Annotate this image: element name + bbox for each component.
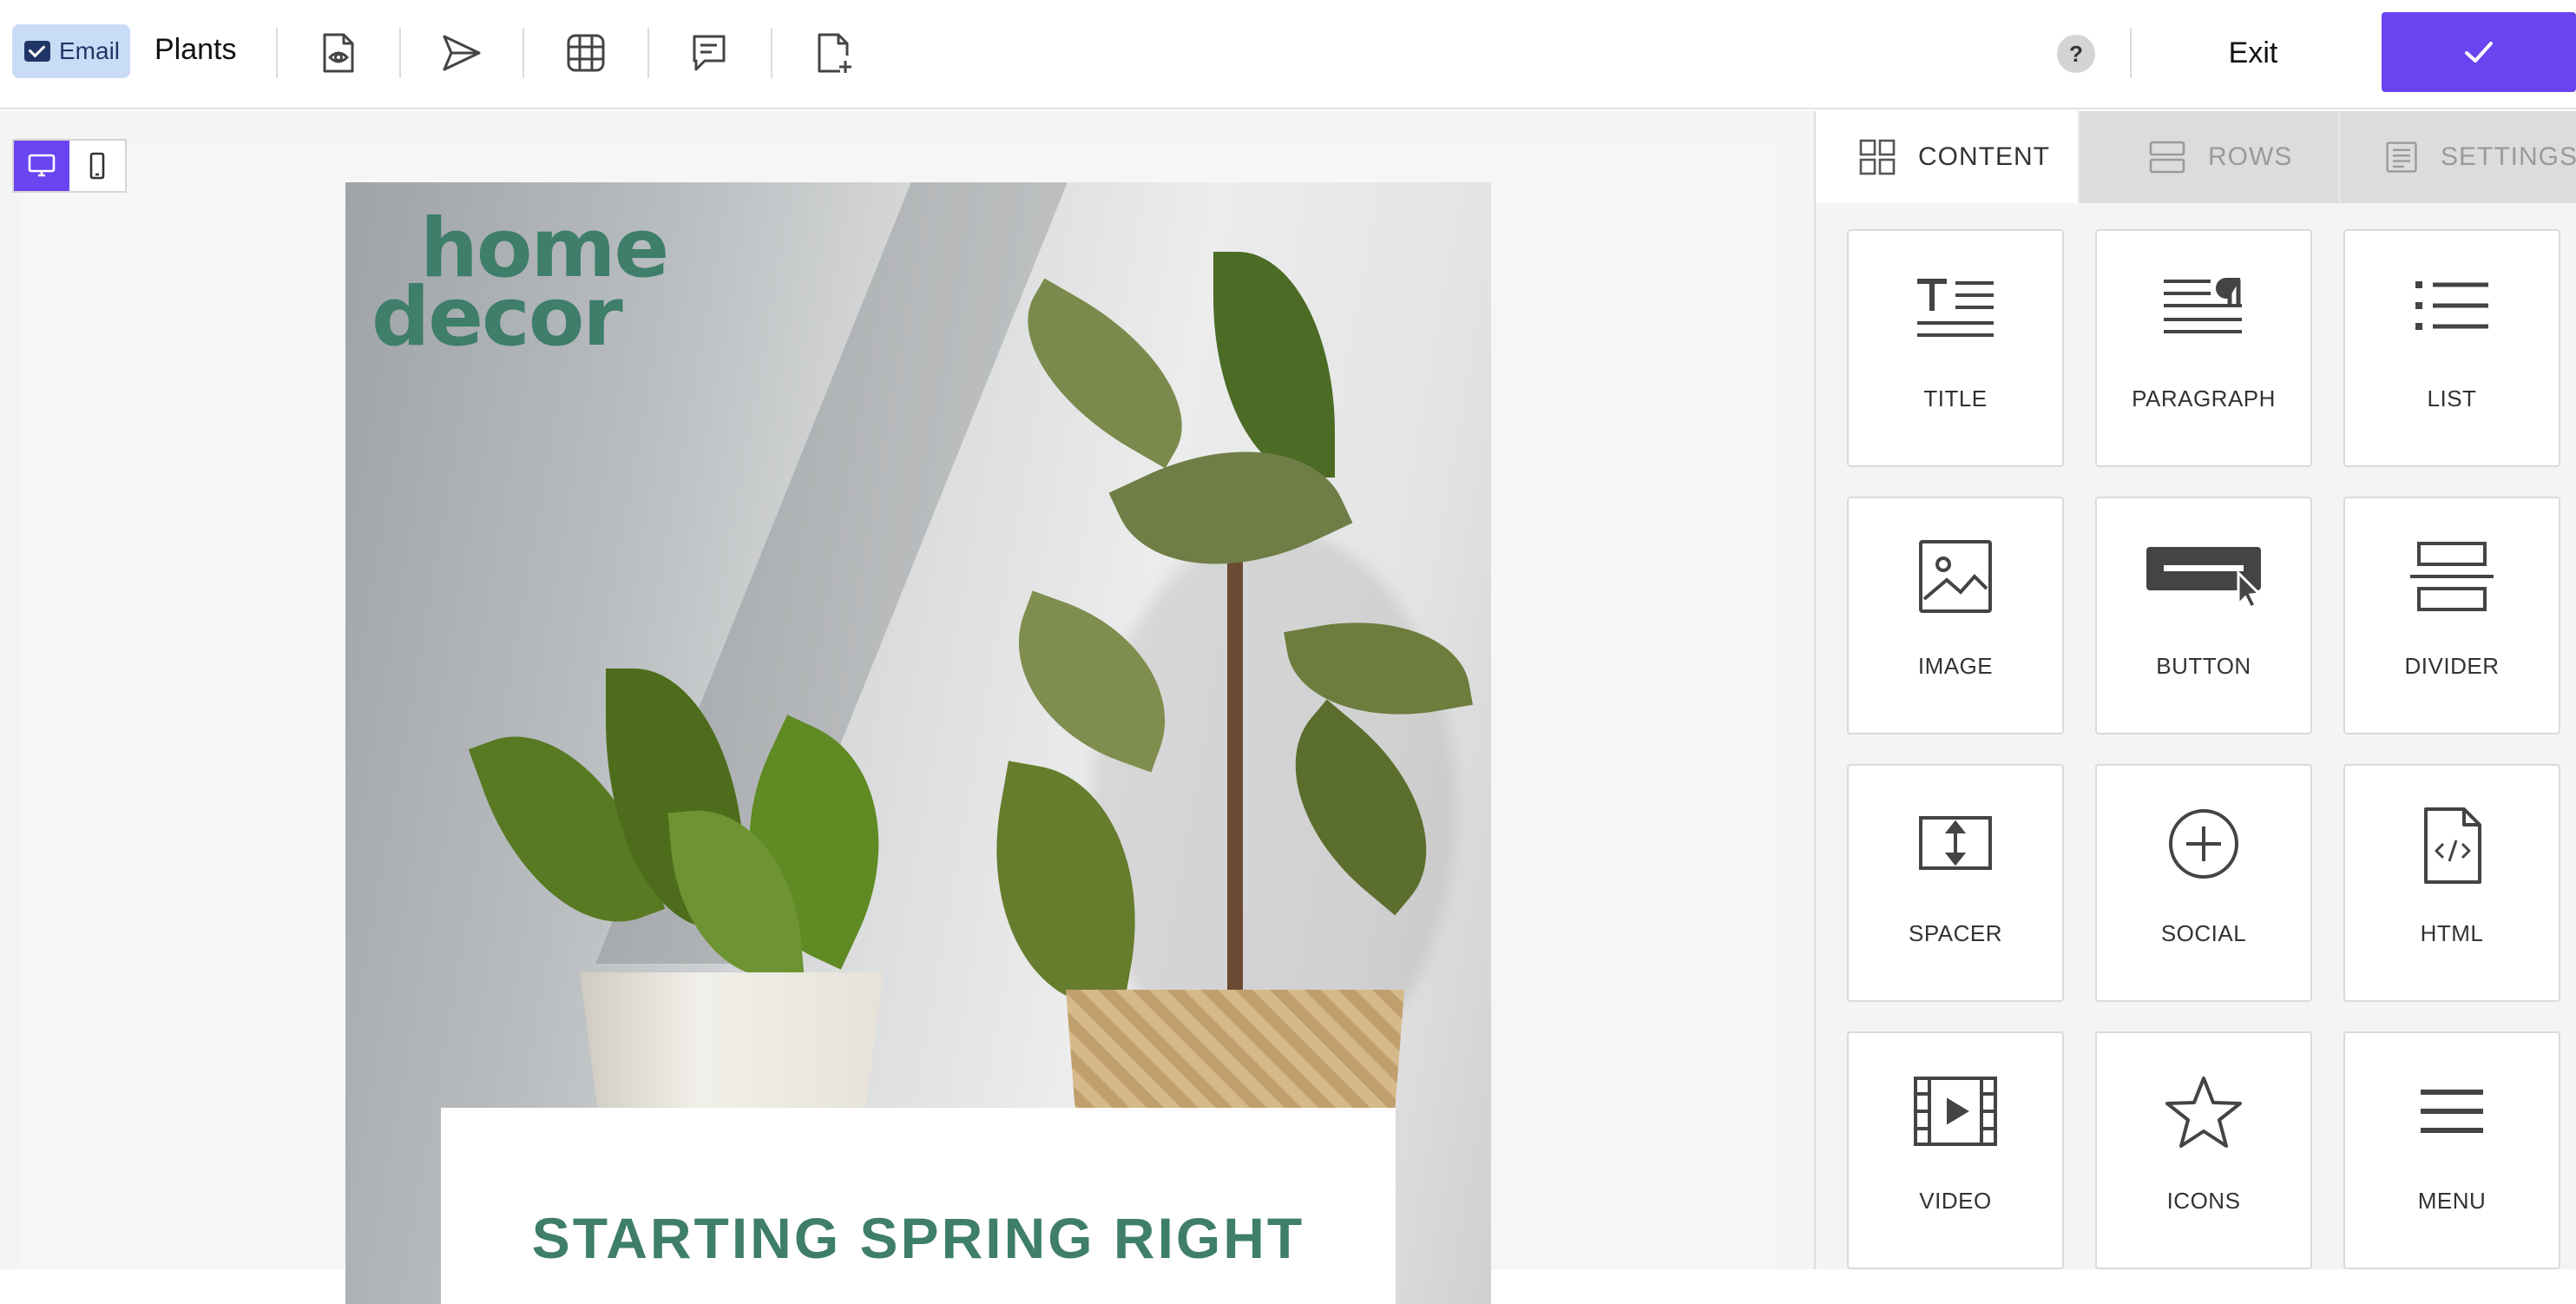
help-button[interactable]: ? <box>2057 35 2095 73</box>
grid-icon <box>567 34 605 72</box>
toolbar-separator <box>276 28 278 78</box>
tab-settings-label: SETTINGS <box>2440 142 2576 171</box>
menu-icon <box>2421 1090 2483 1133</box>
desktop-icon <box>28 154 56 177</box>
paragraph-block[interactable]: PARAGRAPH <box>2095 229 2312 467</box>
comments-icon <box>693 35 726 71</box>
plant-stem <box>1227 547 1243 1050</box>
send-test-button[interactable] <box>430 23 491 83</box>
plant-leaf <box>1213 252 1335 477</box>
preview-icon <box>323 33 354 73</box>
list-icon <box>2415 281 2488 330</box>
spacer-block[interactable]: SPACER <box>1847 764 2064 1002</box>
mobile-view-button[interactable] <box>69 141 125 191</box>
html-block-label: HTML <box>2420 920 2484 946</box>
email-canvas[interactable]: home decor STARTING SPRING RIGHT <box>21 146 1776 1304</box>
html-block[interactable]: HTML <box>2343 764 2560 1002</box>
button-icon <box>2146 547 2263 610</box>
content-grid-icon <box>1859 139 1896 175</box>
paragraph-icon <box>2164 278 2242 333</box>
desktop-view-button[interactable] <box>14 141 69 191</box>
send-test-icon <box>443 35 481 71</box>
social-block[interactable]: SOCIAL <box>2095 764 2312 1002</box>
tab-content-label: CONTENT <box>1918 142 2050 171</box>
mobile-icon <box>89 152 105 180</box>
email-headline[interactable]: STARTING SPRING RIGHT <box>441 1205 1396 1271</box>
view-mode-toggle <box>12 139 127 193</box>
save-confirm-button[interactable] <box>2382 12 2576 92</box>
checkmark-icon <box>2465 42 2493 63</box>
comments-button[interactable] <box>679 23 739 83</box>
social-icon <box>2169 809 2238 879</box>
menu-block[interactable]: MENU <box>2343 1031 2560 1269</box>
preview-button[interactable] <box>307 23 368 83</box>
list-block[interactable]: LIST <box>2343 229 2560 467</box>
toolbar-separator <box>771 28 772 78</box>
brand-logo[interactable]: home decor <box>371 208 669 359</box>
image-block-label: IMAGE <box>1917 653 1994 679</box>
toolbar-separator <box>399 28 401 78</box>
icons-block-label: ICONS <box>2166 1188 2241 1214</box>
title-block[interactable]: TITLE <box>1847 229 2064 467</box>
image-icon <box>1919 540 1992 613</box>
spacer-icon <box>1919 816 1992 870</box>
divider-block[interactable]: DIVIDER <box>2343 497 2560 734</box>
email-type-label: Email <box>59 37 121 64</box>
email-type-chip[interactable]: Email <box>12 24 130 78</box>
tab-rows-label: ROWS <box>2208 142 2293 171</box>
content-blocks-grid: TITLE PARAGRAPH LIST IMAGE BUTTON DIVIDE… <box>1847 229 2560 1269</box>
video-block-label: VIDEO <box>1919 1188 1992 1214</box>
headline-block[interactable]: STARTING SPRING RIGHT <box>441 1108 1396 1304</box>
top-toolbar: Email Plants ? Exit <box>0 0 2576 109</box>
mail-icon <box>24 41 50 62</box>
spacer-block-label: SPACER <box>1909 920 2002 946</box>
video-icon <box>1914 1077 1997 1146</box>
video-block[interactable]: VIDEO <box>1847 1031 2064 1269</box>
star-icon <box>2165 1077 2242 1148</box>
button-block-label: BUTTON <box>2156 653 2251 679</box>
new-document-icon <box>818 33 851 73</box>
tab-content[interactable]: CONTENT <box>1816 111 2078 203</box>
toolbar-separator <box>647 28 649 78</box>
divider-icon <box>2410 542 2494 611</box>
button-block[interactable]: BUTTON <box>2095 497 2312 734</box>
title-block-label: TITLE <box>1923 385 1988 412</box>
exit-button[interactable]: Exit <box>2132 23 2375 83</box>
divider-block-label: DIVIDER <box>2404 653 2500 679</box>
grid-button[interactable] <box>555 23 616 83</box>
html-icon <box>2424 807 2481 884</box>
content-panel: CONTENT ROWS SETTINGS TITLE PARAGRAPH LI… <box>1814 111 2576 1269</box>
list-block-label: LIST <box>2427 385 2477 412</box>
rows-icon <box>2149 141 2185 174</box>
tab-settings[interactable]: SETTINGS <box>2338 111 2576 203</box>
title-icon <box>1917 279 1994 337</box>
settings-icon <box>2386 142 2417 173</box>
menu-block-label: MENU <box>2417 1188 2487 1214</box>
panel-tabs: CONTENT ROWS SETTINGS <box>1816 111 2576 203</box>
editor-stage: home decor STARTING SPRING RIGHT <box>0 111 1814 1304</box>
hero-image[interactable]: home decor STARTING SPRING RIGHT <box>345 182 1491 1304</box>
plant-leaf <box>992 278 1218 469</box>
paragraph-block-label: PARAGRAPH <box>2132 385 2276 412</box>
image-block[interactable]: IMAGE <box>1847 497 2064 734</box>
social-block-label: SOCIAL <box>2160 920 2247 946</box>
toolbar-separator <box>522 28 524 78</box>
new-document-button[interactable] <box>804 23 864 83</box>
tab-rows[interactable]: ROWS <box>2078 111 2338 203</box>
document-name[interactable]: Plants <box>154 33 237 67</box>
icons-block[interactable]: ICONS <box>2095 1031 2312 1269</box>
